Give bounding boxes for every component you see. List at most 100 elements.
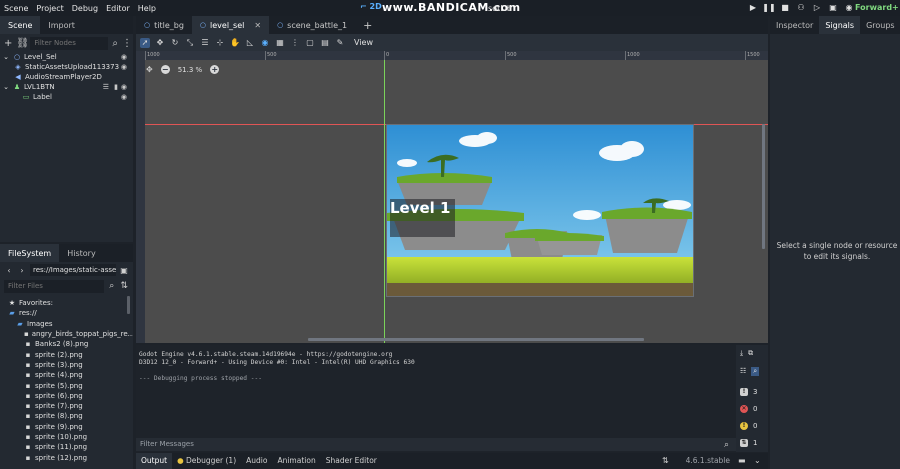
scale-mode-icon[interactable]: ⤡ bbox=[185, 38, 195, 48]
filter-messages-input[interactable]: Filter Messages bbox=[136, 438, 736, 451]
grid-snap-icon[interactable]: ▦ bbox=[275, 38, 285, 48]
zoom-out-button[interactable]: − bbox=[160, 65, 170, 74]
visibility-eye-icon[interactable]: ◉ bbox=[121, 93, 127, 101]
back-icon[interactable]: ‹ bbox=[4, 266, 14, 275]
search-icon[interactable]: ⌕ bbox=[751, 366, 760, 376]
rotate-mode-icon[interactable]: ↻ bbox=[170, 38, 180, 48]
tab-audio[interactable]: Audio bbox=[241, 453, 272, 469]
renderer-selector[interactable]: Forward+ bbox=[855, 3, 899, 12]
filter-files-input[interactable] bbox=[4, 279, 104, 293]
pause-icon[interactable]: ❚❚ bbox=[762, 2, 775, 12]
file-tree-item[interactable]: ▪ sprite (9).png bbox=[0, 422, 133, 432]
menu-project[interactable]: Project bbox=[32, 4, 67, 13]
tab-filesystem[interactable]: FileSystem bbox=[0, 244, 60, 262]
file-tree-item[interactable]: ▪ sprite (12).png bbox=[0, 452, 133, 462]
file-tree-item[interactable]: ▪ sprite (2).png bbox=[0, 349, 133, 359]
smart-snap-icon[interactable]: ◉ bbox=[260, 38, 270, 48]
file-tree-item[interactable]: ▪ angry_birds_toppat_pigs_re... bbox=[0, 329, 133, 339]
center-view-icon[interactable]: ✥ bbox=[146, 65, 153, 74]
scene-tab-scene-battle-1[interactable]: ○ scene_battle_1 bbox=[269, 16, 355, 34]
pivot-icon[interactable]: ⊹ bbox=[215, 38, 225, 48]
lock-icon[interactable]: ▢ bbox=[305, 38, 315, 48]
file-tree-item[interactable]: ▪ sprite (6).png bbox=[0, 391, 133, 401]
viewport-scrollbar-vertical[interactable] bbox=[762, 124, 765, 249]
tree-node-static-assets[interactable]: ◈ StaticAssetsUpload113373 ◉ bbox=[0, 62, 133, 72]
zoom-level[interactable]: 51.3 % bbox=[178, 66, 202, 74]
add-scene-tab-button[interactable]: + bbox=[355, 16, 380, 34]
file-tree-item[interactable]: ▪ sprite (11).png bbox=[0, 442, 133, 452]
skeleton-icon[interactable]: ✎ bbox=[335, 38, 345, 48]
pan-mode-icon[interactable]: ✋ bbox=[230, 38, 240, 48]
menu-help[interactable]: Help bbox=[134, 4, 160, 13]
ruler-mode-icon[interactable]: ◺ bbox=[245, 38, 255, 48]
filter-nodes-input[interactable] bbox=[30, 36, 109, 50]
menu-debug[interactable]: Debug bbox=[68, 4, 102, 13]
tree-node-label-child[interactable]: ▭ Label ◉ bbox=[0, 92, 133, 102]
play-icon[interactable]: ▶ bbox=[748, 2, 758, 12]
toggle-messages-button[interactable]: ! 3 bbox=[740, 386, 764, 398]
instance-scene-icon[interactable]: ⛓ bbox=[16, 38, 29, 49]
tree-node-level-sel[interactable]: ⌄ ○ Level_Sel ◉ bbox=[0, 52, 133, 62]
tab-signals[interactable]: Signals bbox=[819, 16, 861, 34]
play-scene-icon[interactable]: ▷ bbox=[812, 2, 822, 12]
split-view-icon[interactable]: ▣ bbox=[119, 266, 129, 275]
tree-node-audio-player[interactable]: ◀ AudioStreamPlayer2D bbox=[0, 72, 133, 82]
menu-editor[interactable]: Editor bbox=[102, 4, 134, 13]
toggle-editor-messages-button[interactable]: ⇅ 1 bbox=[740, 437, 764, 449]
toggle-errors-button[interactable]: ✕ 0 bbox=[740, 403, 764, 415]
file-tree-item[interactable]: ▰ Images bbox=[0, 319, 133, 329]
visibility-eye-icon[interactable]: ◉ bbox=[121, 63, 127, 71]
file-tree-item[interactable]: ▪ sprite (7).png bbox=[0, 401, 133, 411]
tree-node-lvl1btn[interactable]: ⌄ ♟ LVL1BTN ☰ ▮ ◉ bbox=[0, 82, 133, 92]
remote-debug-icon[interactable]: ⚇ bbox=[796, 2, 806, 12]
file-tree-item[interactable]: ▪ Banks2 (8).png bbox=[0, 339, 133, 349]
file-tree-item[interactable]: ▰ res:// bbox=[0, 308, 133, 318]
tab-shader-editor[interactable]: Shader Editor bbox=[321, 453, 382, 469]
collapse-arrow-icon[interactable]: ⌄ bbox=[2, 83, 10, 91]
collapse-arrow-icon[interactable]: ⌄ bbox=[2, 53, 10, 61]
forward-icon[interactable]: › bbox=[17, 266, 27, 275]
viewport-scrollbar-horizontal[interactable] bbox=[308, 338, 644, 341]
clear-output-button[interactable]: ⤓ ⧉ bbox=[740, 347, 764, 359]
menu-scene[interactable]: Scene bbox=[0, 4, 32, 13]
filesystem-scrollbar[interactable] bbox=[127, 296, 130, 314]
filter-toggle-button[interactable]: ☷ ⌕ bbox=[740, 365, 764, 377]
collapse-panel-icon[interactable]: ⌄ bbox=[754, 456, 761, 465]
tab-scene[interactable]: Scene bbox=[0, 16, 41, 34]
file-tree-item[interactable]: ▪ sprite (3).png bbox=[0, 360, 133, 370]
sort-icon[interactable]: ⇅ bbox=[120, 281, 130, 291]
kebab-menu-icon[interactable]: ⋮ bbox=[122, 38, 132, 49]
tab-inspector[interactable]: Inspector bbox=[770, 16, 819, 34]
move-mode-icon[interactable]: ✥ bbox=[155, 38, 165, 48]
toggle-warnings-button[interactable]: ! 0 bbox=[740, 420, 764, 432]
list-select-icon[interactable]: ☰ bbox=[200, 38, 210, 48]
script-icon[interactable]: ▮ bbox=[114, 83, 118, 91]
visibility-eye-icon[interactable]: ◉ bbox=[121, 83, 127, 91]
workspace-2d-button[interactable]: ⌐ 2D bbox=[360, 2, 382, 11]
file-tree-item[interactable]: ▪ sprite (5).png bbox=[0, 380, 133, 390]
path-field[interactable]: res://Images/static-asset bbox=[30, 264, 116, 276]
play-custom-scene-icon[interactable]: ▣ bbox=[828, 2, 838, 12]
tab-output[interactable]: Output bbox=[136, 453, 173, 469]
add-node-icon[interactable]: + bbox=[4, 38, 12, 49]
movie-maker-icon[interactable]: ◉ bbox=[844, 2, 854, 12]
copy-icon[interactable]: ⧉ bbox=[748, 349, 753, 358]
workspace-assetlib-button[interactable]: setLib bbox=[488, 4, 512, 13]
close-icon[interactable]: ✕ bbox=[254, 21, 261, 30]
file-tree-item[interactable]: ▪ sprite (8).png bbox=[0, 411, 133, 421]
file-tree-item[interactable]: ▪ sprite (10).png bbox=[0, 432, 133, 442]
scene-tab-title-bg[interactable]: ○ title_bg bbox=[136, 16, 192, 34]
file-tree-item[interactable]: ★ Favorites: bbox=[0, 298, 133, 308]
expand-panel-icon[interactable]: ▬ bbox=[738, 456, 746, 465]
signal-icon[interactable]: ☰ bbox=[103, 83, 109, 91]
tab-animation[interactable]: Animation bbox=[272, 453, 320, 469]
group-icon[interactable]: ▤ bbox=[320, 38, 330, 48]
snap-options-icon[interactable]: ⋮ bbox=[290, 38, 300, 48]
stop-icon[interactable]: ■ bbox=[780, 2, 790, 12]
select-mode-icon[interactable]: ➚ bbox=[140, 37, 150, 48]
scene-tab-level-sel[interactable]: ○ level_sel ✕ bbox=[191, 16, 270, 34]
tab-groups[interactable]: Groups bbox=[860, 16, 900, 34]
visibility-eye-icon[interactable]: ◉ bbox=[121, 53, 127, 61]
view-menu[interactable]: View bbox=[350, 38, 377, 47]
canvas-viewport[interactable]: 1000 500 0 500 1000 1500 ✥ − 51.3 % + Le… bbox=[136, 51, 768, 343]
